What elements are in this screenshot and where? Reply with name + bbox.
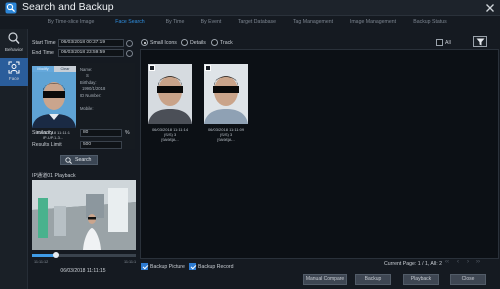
info-name-value: S (86, 73, 89, 78)
tab-by-event[interactable]: By Event (192, 16, 230, 29)
backup-picture-checkbox[interactable] (141, 263, 148, 270)
target-face-image (32, 72, 76, 128)
search-mode-tabs: By Time-slice Image Face Search By Time … (28, 16, 500, 29)
end-time-field[interactable]: 06/03/2018 23:59:59 (58, 49, 124, 57)
similarity-unit: % (125, 130, 130, 136)
details-label: Details (190, 40, 206, 46)
sidebar-item-label: Behavior (4, 47, 24, 52)
info-name-label: Name: (80, 67, 93, 72)
playback-end-time: 11:11:1 (124, 260, 137, 264)
track-label: Track (220, 40, 233, 46)
sidebar-item-label: Face (8, 76, 20, 81)
small-icons-label: Small Icons (150, 40, 177, 46)
search-backup-logo-icon (5, 2, 17, 14)
backup-picture-label: Backup Picture (150, 264, 185, 270)
tab-face-search[interactable]: Face Search (102, 16, 158, 29)
similarity-label: Similarity (32, 130, 54, 136)
previous-page-icon[interactable]: ‹ (457, 259, 459, 265)
sidebar-item-face[interactable]: Face (0, 58, 28, 86)
start-time-label: Start Time (32, 40, 56, 46)
page-indicator: Current Page: 1 / 1, All: 2 (384, 261, 442, 267)
playback-frame-image (32, 180, 136, 250)
results-area: Small Icons Details Track All 06/03/2018… (139, 29, 500, 289)
result-caption: 06/03/2018 11:11:09 (S/S) 3 [9A98]A... (198, 127, 254, 142)
search-backup-window: Search and Backup By Time-slice Image Fa… (0, 0, 500, 289)
playback-button[interactable]: Playback (403, 274, 439, 285)
sidebar-item-behavior[interactable]: Behavior (0, 29, 28, 57)
tab-tag-management[interactable]: Tag Management (284, 16, 342, 29)
tab-target-database[interactable]: Target Database (230, 16, 284, 29)
details-radio[interactable] (181, 39, 188, 46)
result-channel: [9A98]A... (161, 137, 179, 142)
track-radio[interactable] (211, 39, 218, 46)
results-limit-field[interactable]: 500 (80, 141, 122, 149)
face-icon (8, 61, 20, 74)
close-button[interactable]: Close (450, 274, 486, 285)
end-time-label: End Time (32, 50, 54, 56)
next-page-icon[interactable]: › (467, 259, 469, 265)
info-mobile-label: Mobile: (80, 106, 94, 111)
info-birthday-label: Birthday: (80, 80, 97, 85)
playback-label: IP通道01 Playback (32, 173, 76, 179)
result-face-image (148, 64, 192, 124)
search-button-label: Search (75, 157, 92, 163)
behavior-search-icon (8, 32, 20, 44)
result-checkbox[interactable] (205, 65, 211, 71)
tab-by-time[interactable]: By Time (158, 16, 192, 29)
result-caption: 06/03/2018 11:11:14 (S/S) 3 [9A98]A... (142, 127, 198, 142)
close-window-icon[interactable] (483, 1, 497, 15)
start-time-field[interactable]: 06/03/2018 00:37:19 (58, 39, 124, 47)
playback-slider-handle[interactable] (53, 252, 59, 258)
tab-image-management[interactable]: Image Management (342, 16, 404, 29)
result-thumbnail[interactable] (148, 64, 192, 124)
search-criteria-panel: Start Time 06/03/2018 00:37:19 End Time … (30, 29, 136, 289)
result-face-image (204, 64, 248, 124)
first-page-icon[interactable]: ‹‹ (445, 259, 449, 265)
search-icon (65, 157, 72, 164)
results-grid: 06/03/2018 11:11:14 (S/S) 3 [9A98]A... 0… (140, 49, 499, 259)
filter-button[interactable] (473, 36, 487, 47)
sidebar: Behavior Face (0, 29, 28, 289)
search-button[interactable]: Search (60, 155, 98, 165)
start-time-calendar-icon[interactable] (126, 39, 133, 47)
target-face-photo: Modify Clear (32, 66, 76, 128)
end-time-calendar-icon[interactable] (126, 49, 133, 57)
window-title: Search and Backup (22, 1, 114, 13)
select-all-label: All (445, 40, 451, 46)
info-id-label: ID Number: (80, 93, 102, 98)
results-limit-label: Results Limit (32, 142, 62, 148)
tab-backup-status[interactable]: Backup Status (404, 16, 456, 29)
playback-start-time: 11:11:12 (34, 260, 49, 264)
backup-button[interactable]: Backup (355, 274, 391, 285)
playback-slider[interactable] (32, 252, 136, 258)
small-icons-radio[interactable] (141, 39, 148, 46)
playback-timestamp: 06/03/2018 11:11:15 (60, 268, 106, 274)
result-channel: [9A98]A... (217, 137, 235, 142)
result-thumbnail[interactable] (204, 64, 248, 124)
tab-time-slice-image[interactable]: By Time-slice Image (28, 16, 102, 29)
similarity-field[interactable]: 80 (80, 129, 122, 137)
last-page-icon[interactable]: ›› (476, 259, 480, 265)
manual-compare-button[interactable]: Manual Compare (303, 274, 347, 285)
result-checkbox[interactable] (149, 65, 155, 71)
select-all-checkbox[interactable] (436, 39, 443, 46)
backup-record-checkbox[interactable] (189, 263, 196, 270)
backup-record-label: Backup Record (198, 264, 234, 270)
playback-video[interactable] (32, 180, 136, 250)
filter-icon (476, 38, 485, 46)
info-birthday-value: 1990/1/2018 (82, 86, 106, 91)
title-bar: Search and Backup (0, 0, 500, 16)
